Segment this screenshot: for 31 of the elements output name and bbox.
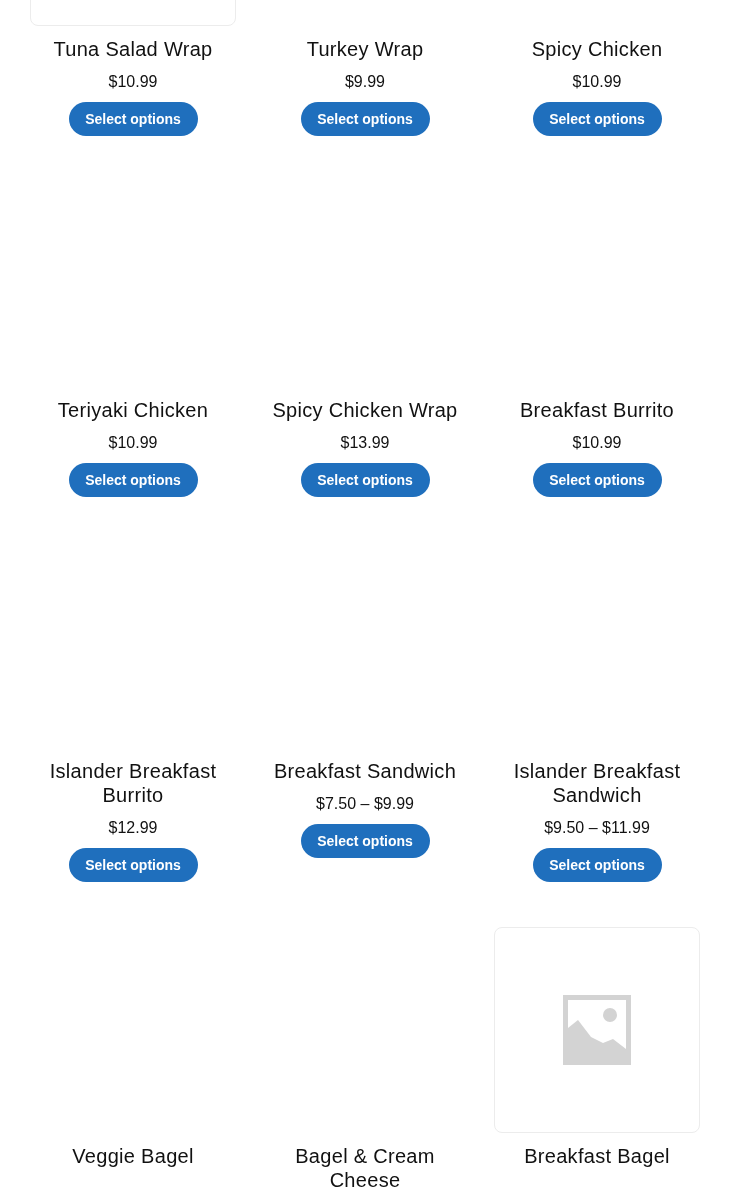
product-title: Breakfast Burrito (518, 398, 675, 422)
product-price: $10.99 (108, 72, 158, 92)
product-title: Turkey Wrap (305, 37, 425, 61)
select-options-button[interactable]: Select options (532, 463, 662, 497)
select-options-button[interactable]: Select options (300, 102, 430, 136)
product-title: Tuna Salad Wrap (52, 37, 214, 61)
product-price: $10.99 (572, 433, 622, 453)
product-title: Spicy Chicken Wrap (271, 398, 459, 422)
select-options-button[interactable]: Select options (300, 824, 430, 858)
product-price: $10.99 (108, 433, 158, 453)
select-options-button[interactable]: Select options (532, 102, 662, 136)
select-options-button[interactable]: Select options (300, 463, 430, 497)
product-title: Breakfast Bagel (523, 1144, 671, 1168)
select-options-button[interactable]: Select options (68, 848, 198, 882)
product-title: Islander Breakfast Sandwich (512, 759, 682, 807)
product-price: $9.50 – $11.99 (544, 818, 650, 838)
product-price: $10.99 (572, 72, 622, 92)
product-title: Bagel & Cream Cheese (294, 1144, 436, 1190)
select-options-button[interactable]: Select options (532, 848, 662, 882)
product-price: $12.99 (108, 818, 158, 838)
product-title: Islander Breakfast Burrito (48, 759, 218, 807)
image-icon (561, 993, 633, 1067)
product-price: $9.99 (344, 72, 385, 92)
product-price: $7.50 – $9.99 (316, 794, 414, 814)
product-title: Breakfast Sandwich (272, 759, 458, 783)
product-title: Veggie Bagel (71, 1144, 195, 1168)
product-title: Teriyaki Chicken (56, 398, 210, 422)
product-price: $13.99 (340, 433, 390, 453)
product-title: Spicy Chicken (530, 37, 664, 61)
select-options-button[interactable]: Select options (68, 102, 198, 136)
select-options-button[interactable]: Select options (68, 463, 198, 497)
